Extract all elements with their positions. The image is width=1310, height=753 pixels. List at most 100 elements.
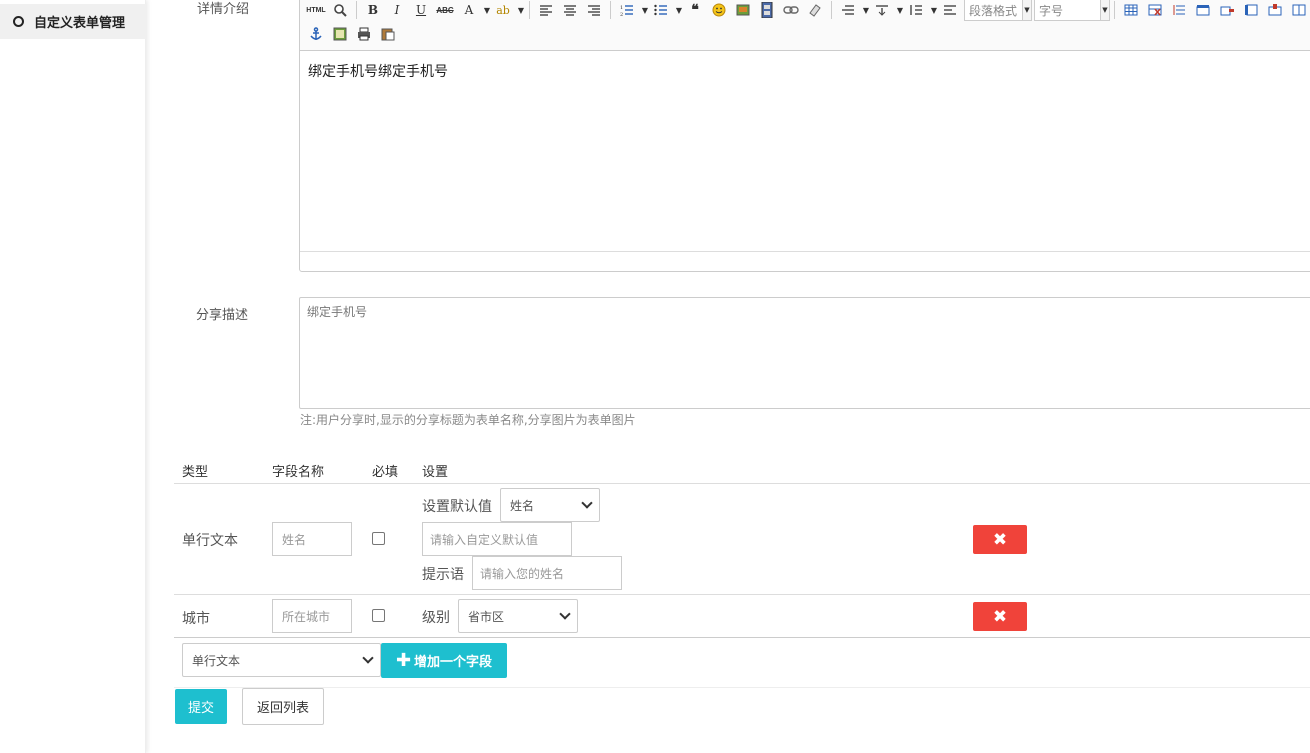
delete-field-button[interactable]: ✖ [973, 602, 1027, 631]
font-size-value: 字号 [1039, 3, 1064, 18]
insert-image-icon[interactable] [330, 24, 350, 44]
blockquote-icon[interactable]: ❝ [685, 0, 705, 20]
share-description-textarea[interactable]: 绑定手机号 [299, 297, 1310, 409]
paragraph-icon[interactable] [940, 0, 960, 20]
required-checkbox[interactable] [372, 609, 385, 622]
column-header-field-name: 字段名称 [272, 465, 325, 480]
unordered-list-icon[interactable] [651, 0, 671, 20]
table-divider [174, 483, 1310, 484]
image-icon[interactable] [733, 0, 753, 20]
chevron-down-icon: ▼ [1022, 0, 1031, 20]
bold-icon[interactable]: B [363, 0, 383, 20]
default-value-select[interactable]: 姓名 [500, 488, 600, 522]
new-field-type-value: 单行文本 [192, 653, 241, 668]
indent-caret-icon[interactable]: ▼ [862, 0, 870, 20]
insert-paragraph-icon[interactable] [1169, 0, 1189, 20]
editor-footer-divider [300, 251, 1310, 252]
indent-icon[interactable] [838, 0, 858, 20]
highlight-caret-icon[interactable]: ▼ [517, 0, 525, 20]
align-left-icon[interactable] [536, 0, 556, 20]
chevron-down-icon: ▼ [1100, 0, 1109, 20]
table-divider [174, 594, 1310, 595]
vertical-align-caret-icon[interactable]: ▼ [896, 0, 904, 20]
hint-label: 提示语 [422, 567, 464, 583]
add-field-label: 增加一个字段 [414, 655, 493, 670]
add-field-button[interactable]: ✚ 增加一个字段 [381, 643, 507, 678]
share-description-label: 分享描述 [196, 308, 249, 323]
sidebar-item-label: 自定义表单管理 [34, 16, 126, 31]
editor-content[interactable]: 绑定手机号绑定手机号 [308, 61, 448, 81]
highlight-icon[interactable]: ab [493, 0, 513, 20]
delete-column-icon[interactable] [1265, 0, 1285, 20]
new-field-type-select[interactable]: 单行文本 [182, 643, 381, 677]
toolbar-divider [356, 1, 357, 19]
field-type-label: 城市 [182, 611, 210, 627]
field-name-input[interactable]: 所在城市 [272, 599, 352, 633]
emoticon-icon[interactable] [709, 0, 729, 20]
delete-field-button[interactable]: ✖ [973, 525, 1027, 554]
column-header-type: 类型 [182, 465, 209, 480]
sidebar: 自定义表单管理 [0, 0, 146, 753]
level-label: 级别 [422, 610, 450, 626]
chevron-down-icon [559, 608, 571, 620]
field-name-input[interactable]: 姓名 [272, 522, 352, 556]
preview-icon[interactable] [330, 0, 350, 20]
default-value-select-value: 姓名 [510, 498, 535, 513]
insert-table-icon[interactable] [1121, 0, 1141, 20]
detail-label: 详情介绍 [197, 2, 250, 17]
svg-text:2: 2 [620, 12, 623, 16]
print-icon[interactable] [354, 24, 374, 44]
level-select[interactable]: 省市区 [458, 599, 578, 633]
close-icon: ✖ [992, 529, 1008, 550]
merge-cells-icon[interactable] [1289, 0, 1309, 20]
paragraph-format-select[interactable]: 段落格式 ▼ [964, 0, 1032, 21]
plus-icon: ✚ [395, 650, 412, 671]
toolbar-divider [1114, 1, 1115, 19]
share-note: 注:用户分享时,显示的分享标题为表单名称,分享图片为表单图片 [300, 413, 636, 427]
sidebar-item-custom-forms[interactable]: 自定义表单管理 [0, 4, 146, 39]
hint-input[interactable]: 请输入您的姓名 [472, 556, 622, 590]
delete-table-icon[interactable] [1145, 0, 1165, 20]
ordered-list-caret-icon[interactable]: ▼ [641, 0, 649, 20]
eraser-icon[interactable] [805, 0, 825, 20]
line-height-icon[interactable] [906, 0, 926, 20]
align-right-icon[interactable] [584, 0, 604, 20]
font-color-caret-icon[interactable]: ▼ [483, 0, 491, 20]
italic-icon[interactable]: I [387, 0, 407, 20]
unordered-list-caret-icon[interactable]: ▼ [675, 0, 683, 20]
video-icon[interactable] [757, 0, 777, 20]
ordered-list-icon[interactable]: 12 [617, 0, 637, 20]
html-source-icon[interactable]: HTML [306, 0, 326, 20]
page-root: 自定义表单管理 详情介绍 HTML B I U ABC A ▼ ab ▼ 1 2… [0, 0, 1310, 753]
paragraph-format-value: 段落格式 [969, 3, 1018, 18]
toolbar-divider [529, 1, 530, 19]
table-divider [174, 637, 1310, 638]
insert-row-icon[interactable] [1193, 0, 1213, 20]
editor-toolbar: HTML B I U ABC A ▼ ab ▼ 12 ▼ ▼ ❝ ▼ ▼ ▼ 段… [300, 0, 1310, 51]
chevron-down-icon [581, 497, 593, 509]
delete-row-icon[interactable] [1217, 0, 1237, 20]
line-height-caret-icon[interactable]: ▼ [930, 0, 938, 20]
field-type-label: 单行文本 [182, 533, 238, 549]
anchor-icon[interactable] [306, 24, 326, 44]
required-checkbox[interactable] [372, 532, 385, 545]
default-value-label: 设置默认值 [422, 499, 492, 515]
link-icon[interactable] [781, 0, 801, 20]
chevron-down-icon [362, 652, 374, 664]
rich-text-editor: HTML B I U ABC A ▼ ab ▼ 12 ▼ ▼ ❝ ▼ ▼ ▼ 段… [299, 0, 1310, 272]
level-select-value: 省市区 [468, 609, 505, 624]
underline-icon[interactable]: U [411, 0, 431, 20]
font-color-icon[interactable]: A [459, 0, 479, 20]
circle-icon [13, 16, 24, 27]
insert-column-icon[interactable] [1241, 0, 1261, 20]
font-size-select[interactable]: 字号 ▼ [1034, 0, 1110, 21]
align-center-icon[interactable] [560, 0, 580, 20]
custom-default-input[interactable]: 请输入自定义默认值 [422, 522, 572, 556]
svg-text:1: 1 [620, 5, 623, 11]
vertical-align-icon[interactable] [872, 0, 892, 20]
submit-button[interactable]: 提交 [175, 689, 227, 724]
paste-icon[interactable] [378, 24, 398, 44]
toolbar-divider [610, 1, 611, 19]
strikethrough-icon[interactable]: ABC [435, 0, 455, 20]
back-to-list-button[interactable]: 返回列表 [242, 688, 324, 725]
